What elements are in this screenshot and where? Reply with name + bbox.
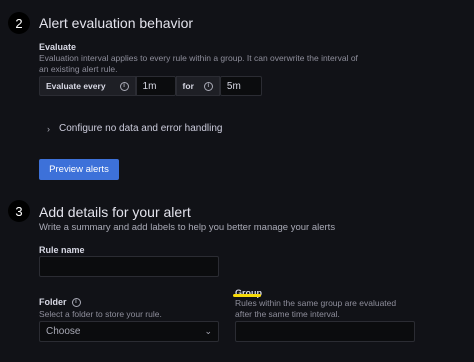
highlight-underline [233, 294, 261, 297]
rule-name-label: Rule name [39, 245, 85, 255]
section-title-details: Add details for your alert [39, 204, 191, 220]
preview-alerts-button[interactable]: Preview alerts [39, 159, 119, 180]
evaluate-every-label: Evaluate every [46, 81, 106, 91]
rule-name-input[interactable] [39, 256, 219, 277]
chevron-down-icon: ⌄ [204, 326, 212, 336]
section-subtitle-details: Write a summary and add labels to help y… [39, 222, 336, 233]
section-title-evaluation: Alert evaluation behavior [39, 15, 194, 31]
evaluate-every-input[interactable]: 1m [135, 76, 176, 96]
group-description: Rules within the same group are evaluate… [235, 298, 397, 319]
evaluate-description: Evaluation interval applies to every rul… [39, 53, 358, 74]
configure-no-data-label: Configure no data and error handling [59, 123, 223, 134]
configure-no-data-toggle[interactable]: › Configure no data and error handling [47, 123, 222, 134]
info-icon[interactable]: i [203, 81, 213, 91]
evaluate-every-addon: Evaluate every i [39, 76, 136, 96]
info-icon[interactable]: i [119, 81, 129, 91]
folder-description: Select a folder to store your rule. [39, 309, 162, 319]
folder-select[interactable]: Choose ⌄ [39, 321, 219, 342]
chevron-right-icon: › [47, 123, 50, 134]
folder-label: Folder [39, 297, 67, 307]
folder-label-row: Folder i [39, 297, 81, 307]
evaluate-row: Evaluate every i 1m for i 5m [39, 76, 262, 96]
step-number-3: 3 [8, 200, 30, 222]
info-icon[interactable]: i [71, 297, 81, 307]
group-input[interactable] [235, 321, 415, 342]
for-input[interactable]: 5m [219, 76, 262, 96]
step-number-2: 2 [8, 12, 30, 34]
folder-select-placeholder: Choose [46, 326, 81, 337]
for-label: for [182, 81, 194, 91]
for-addon: for i [175, 76, 220, 96]
evaluate-label: Evaluate [39, 42, 77, 52]
